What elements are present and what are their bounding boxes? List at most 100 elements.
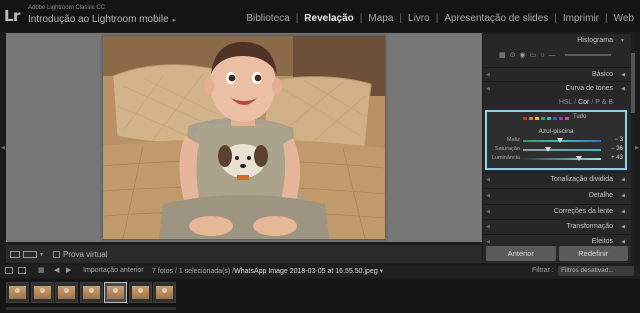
color-swatch[interactable] bbox=[547, 117, 551, 120]
tone-curve-label: Curva de tones bbox=[565, 85, 613, 92]
filmstrip-source[interactable]: Importação anterior bbox=[83, 267, 144, 274]
filmstrip-thumbnail[interactable] bbox=[79, 282, 103, 303]
split-toning-panel-header[interactable]: ◀ Tonalização dividida ◀ bbox=[483, 172, 631, 186]
panel-switch-icon: ◀ bbox=[486, 193, 490, 199]
tool-slider[interactable] bbox=[565, 54, 612, 56]
filmstrip-info: 7 fotos / 1 selecionada(s) /WhatsApp Ima… bbox=[152, 267, 383, 275]
second-window-icon[interactable] bbox=[18, 267, 26, 274]
filmstrip-thumbnail[interactable] bbox=[153, 282, 176, 303]
color-swatch-row bbox=[523, 117, 569, 120]
view-options-chevron-icon[interactable]: ▾ bbox=[40, 251, 43, 258]
crop-tool-icon[interactable]: ▦ bbox=[499, 51, 506, 59]
redeye-tool-icon[interactable]: ◉ bbox=[520, 51, 526, 59]
slider-knob[interactable] bbox=[544, 147, 551, 152]
nav-back-icon[interactable]: ◀ bbox=[54, 266, 59, 274]
adjustment-slider-row: Saturação − 36 bbox=[487, 146, 625, 155]
loupe-view-button[interactable] bbox=[10, 250, 20, 258]
nav-forward-icon[interactable]: ▶ bbox=[66, 266, 71, 274]
thumbnail-image bbox=[131, 286, 149, 299]
filmstrip-thumbnail[interactable] bbox=[104, 282, 127, 303]
right-panel-scrollbar[interactable] bbox=[631, 33, 635, 263]
panel-switch-icon: ◀ bbox=[486, 72, 490, 78]
basic-panel-header[interactable]: ◀ Básico ◀ bbox=[483, 67, 631, 81]
color-swatch[interactable] bbox=[559, 117, 563, 120]
tab-separator: / bbox=[574, 99, 577, 106]
before-after-view-button[interactable] bbox=[23, 250, 37, 258]
filmstrip-thumbnail[interactable] bbox=[30, 282, 54, 303]
transform-panel-header[interactable]: ◀ Transformação ◀ bbox=[483, 219, 631, 233]
tab-color[interactable]: Cor bbox=[578, 99, 589, 106]
all-colors-button[interactable]: Tudo bbox=[573, 114, 586, 120]
photo-preview[interactable] bbox=[103, 36, 385, 239]
app-name: Adobe Lightroom Classic CC bbox=[28, 5, 106, 11]
collapse-triangle-icon: ▼ bbox=[620, 38, 625, 44]
color-swatch[interactable] bbox=[565, 117, 569, 120]
spot-removal-tool-icon[interactable]: ⊙ bbox=[510, 51, 516, 59]
filename-dropdown-icon[interactable]: ▾ bbox=[380, 268, 384, 275]
softproof-label: Prova virtual bbox=[63, 249, 108, 259]
histogram-label: Histograma bbox=[577, 37, 613, 44]
transform-label: Transformação bbox=[566, 223, 613, 230]
softproof-checkbox[interactable] bbox=[53, 250, 61, 258]
module-tab[interactable]: Imprimir bbox=[557, 13, 605, 24]
graduated-filter-tool-icon[interactable]: ▭ bbox=[530, 51, 537, 59]
catalog-arrow-icon: ▸ bbox=[172, 17, 177, 24]
catalog-name[interactable]: Introdução ao Lightroom mobile ▸ bbox=[28, 14, 176, 25]
filmstrip-scrollbar[interactable] bbox=[6, 307, 176, 310]
expand-triangle-icon: ◀ bbox=[621, 209, 625, 215]
module-tab[interactable]: Biblioteca bbox=[240, 13, 295, 24]
slider-knob[interactable] bbox=[576, 156, 583, 161]
selected-filename[interactable]: WhatsApp Image 2018-03-05 at 16.55.50.jp… bbox=[234, 268, 378, 275]
previous-button[interactable]: Anterior bbox=[486, 246, 556, 261]
color-swatch[interactable] bbox=[541, 117, 545, 120]
slider-value[interactable]: + 43 bbox=[611, 155, 623, 161]
slider-track[interactable] bbox=[523, 138, 601, 143]
reset-button[interactable]: Redefinir bbox=[558, 246, 628, 261]
lightroom-logo: Lr bbox=[4, 7, 20, 25]
color-adjustment-box: Tudo Azul-piscina Matiz − 3 Saturação − 36 L… bbox=[485, 110, 627, 170]
right-panel-toggle-icon[interactable]: ▶ bbox=[635, 145, 639, 151]
tab-bw[interactable]: P & B bbox=[595, 99, 613, 106]
grid-view-icon[interactable]: ▦ bbox=[38, 266, 45, 274]
panel-switch-icon: ◀ bbox=[486, 224, 490, 230]
adjustment-brush-tool-icon[interactable]: — bbox=[548, 52, 555, 59]
tab-separator: / bbox=[591, 99, 594, 106]
slider-track[interactable] bbox=[523, 147, 601, 152]
filmstrip bbox=[0, 279, 640, 313]
module-tab[interactable]: Apresentação de slides bbox=[438, 13, 554, 24]
detail-panel-header[interactable]: ◀ Detalhe ◀ bbox=[483, 188, 631, 202]
slider-value[interactable]: − 3 bbox=[614, 137, 623, 143]
slider-value[interactable]: − 36 bbox=[611, 146, 623, 152]
module-tab[interactable]: Mapa bbox=[362, 13, 399, 24]
module-tab[interactable]: Revelação bbox=[298, 13, 359, 24]
left-panel-toggle-icon[interactable]: ◀ bbox=[1, 145, 5, 151]
filter-dropdown[interactable]: Filtros desativad... bbox=[558, 266, 634, 276]
main-window-icon[interactable] bbox=[5, 267, 13, 274]
catalog-title: Introdução ao Lightroom mobile bbox=[28, 14, 169, 25]
color-swatch[interactable] bbox=[523, 117, 527, 120]
photo-viewer[interactable] bbox=[6, 33, 482, 242]
module-picker: Biblioteca | Revelação | Mapa | Livro | Apresent… bbox=[240, 13, 640, 24]
viewer-toolbar: ▾ Prova virtual bbox=[6, 245, 482, 263]
scrollbar-thumb[interactable] bbox=[631, 53, 635, 113]
tab-hsl[interactable]: HSL bbox=[559, 99, 572, 106]
filmstrip-thumbnail[interactable] bbox=[6, 282, 29, 303]
tone-curve-panel-header[interactable]: ◀ Curva de tones ◀ bbox=[483, 81, 631, 95]
panel-switch-icon: ◀ bbox=[486, 86, 490, 92]
slider-knob[interactable] bbox=[557, 138, 564, 143]
radial-filter-tool-icon[interactable]: ○ bbox=[540, 52, 544, 59]
lens-corrections-panel-header[interactable]: ◀ Correções da lente ◀ bbox=[483, 204, 631, 218]
filmstrip-thumbnail[interactable] bbox=[128, 282, 152, 303]
histogram-panel-header[interactable]: Histograma ▼ bbox=[483, 33, 631, 47]
slider-track[interactable] bbox=[523, 156, 601, 161]
effects-label: Efeitos bbox=[591, 238, 613, 245]
filter-label: Filtrar : bbox=[532, 267, 554, 274]
color-swatch[interactable] bbox=[535, 117, 539, 120]
adjustment-slider-row: Matiz − 3 bbox=[487, 137, 625, 146]
color-swatch[interactable] bbox=[553, 117, 557, 120]
filmstrip-thumbnail[interactable] bbox=[55, 282, 78, 303]
module-tab[interactable]: Web bbox=[608, 13, 640, 24]
module-tab[interactable]: Livro bbox=[402, 13, 436, 24]
color-swatch[interactable] bbox=[529, 117, 533, 120]
slider-label: Saturação bbox=[494, 146, 520, 152]
